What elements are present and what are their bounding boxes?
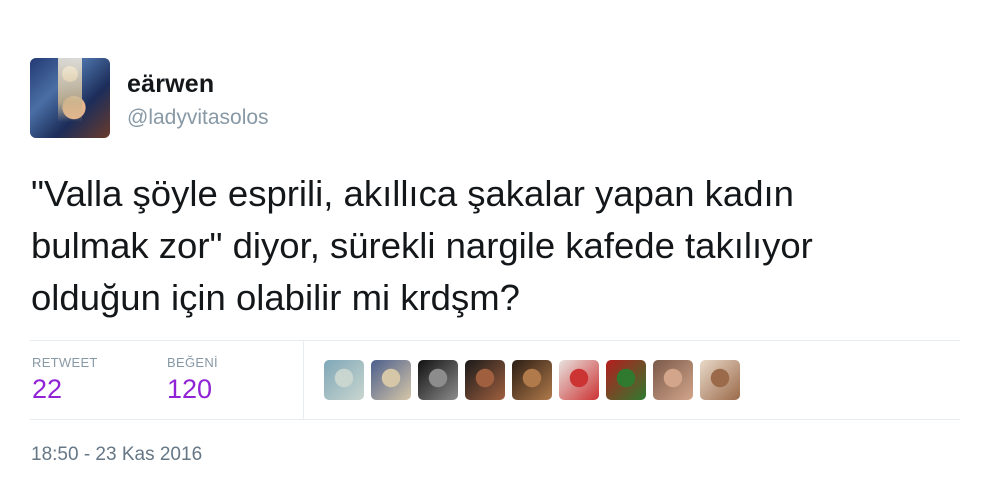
retweet-count: 22 xyxy=(32,374,63,404)
likes-label: BEĞENİ xyxy=(167,355,218,370)
stats-divider xyxy=(303,341,304,419)
liker-avatar[interactable] xyxy=(371,360,411,400)
likes-count: 120 xyxy=(167,374,213,404)
likers-avatars xyxy=(324,360,740,400)
retweet-stat[interactable]: RETWEET 22 xyxy=(32,355,98,405)
user-handle[interactable]: @ladyvitasolos xyxy=(127,106,269,130)
liker-avatar[interactable] xyxy=(653,360,693,400)
liker-avatar[interactable] xyxy=(512,360,552,400)
retweet-label: RETWEET xyxy=(32,355,98,370)
liker-avatar[interactable] xyxy=(700,360,740,400)
tweet-timestamp[interactable]: 18:50 - 23 Kas 2016 xyxy=(31,444,202,466)
liker-avatar[interactable] xyxy=(559,360,599,400)
liker-avatar[interactable] xyxy=(465,360,505,400)
liker-avatar[interactable] xyxy=(606,360,646,400)
liker-avatar[interactable] xyxy=(324,360,364,400)
tweet-stats: RETWEET 22 BEĞENİ 120 xyxy=(30,340,960,420)
profile-avatar[interactable] xyxy=(30,58,110,138)
avatar-detail xyxy=(58,58,82,138)
tweet-text: "Valla şöyle esprili, akıllıca şakalar y… xyxy=(31,173,813,318)
liker-avatar[interactable] xyxy=(418,360,458,400)
likes-stat[interactable]: BEĞENİ 120 xyxy=(167,355,218,405)
display-name[interactable]: eärwen xyxy=(127,70,214,99)
